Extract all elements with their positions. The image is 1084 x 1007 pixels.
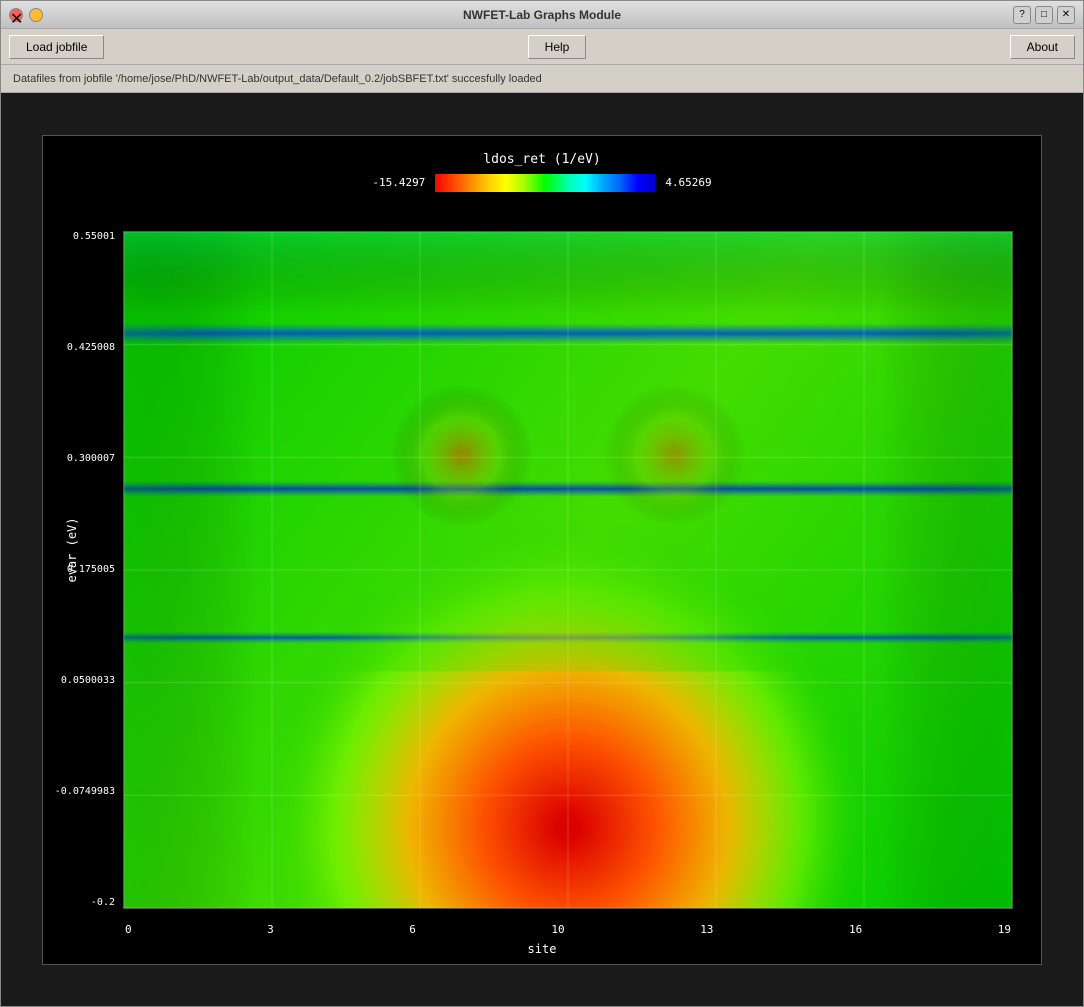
x-tick-0: 0: [125, 923, 132, 936]
window-title: NWFET-Lab Graphs Module: [463, 8, 621, 22]
minimize-button[interactable]: [29, 8, 43, 22]
y-ticks-container: 0.55001 0.425008 0.300007 0.175005 0.050…: [43, 231, 121, 909]
y-tick-3: 0.175005: [67, 564, 115, 575]
main-window: ✕ NWFET-Lab Graphs Module ? □ ✕ Load job…: [0, 0, 1084, 1007]
x-axis-label: site: [43, 940, 1041, 958]
x-tick-3: 10: [551, 923, 564, 936]
help-button[interactable]: Help: [528, 35, 587, 59]
plot-frame: [123, 231, 1013, 909]
x-tick-5: 16: [849, 923, 862, 936]
x-tick-1: 3: [267, 923, 274, 936]
toolbar: Load jobfile Help About: [1, 29, 1083, 65]
x-axis-label-text: site: [528, 942, 557, 956]
load-jobfile-button[interactable]: Load jobfile: [9, 35, 104, 59]
colorbar: [435, 174, 655, 192]
window-controls-right: ? □ ✕: [1013, 6, 1075, 24]
plot-title-area: ldos_ret (1/eV): [53, 146, 1031, 170]
x-tick-2: 6: [409, 923, 416, 936]
y-tick-6: -0.2: [91, 897, 115, 908]
y-tick-2: 0.300007: [67, 453, 115, 464]
plot-container: ldos_ret (1/eV) -15.4297 4.65269 evar (e…: [42, 135, 1042, 965]
y-tick-5: -0.0749983: [55, 786, 115, 797]
plot-title: ldos_ret (1/eV): [483, 152, 600, 167]
y-tick-0: 0.55001: [73, 231, 115, 242]
colorbar-max: 4.65269: [665, 176, 711, 189]
close-icon[interactable]: ✕: [1057, 6, 1075, 24]
restore-icon[interactable]: □: [1035, 6, 1053, 24]
colorbar-min: -15.4297: [372, 176, 425, 189]
main-content: ldos_ret (1/eV) -15.4297 4.65269 evar (e…: [1, 93, 1083, 1006]
y-tick-1: 0.425008: [67, 342, 115, 353]
status-bar: Datafiles from jobfile '/home/jose/PhD/N…: [1, 65, 1083, 93]
about-button[interactable]: About: [1010, 35, 1075, 59]
y-tick-4: 0.0500033: [61, 675, 115, 686]
x-tick-4: 13: [700, 923, 713, 936]
title-bar: ✕ NWFET-Lab Graphs Module ? □ ✕: [1, 1, 1083, 29]
window-controls-left: ✕: [9, 8, 43, 22]
colorbar-row: -15.4297 4.65269: [53, 170, 1031, 198]
x-tick-6: 19: [998, 923, 1011, 936]
help-icon[interactable]: ?: [1013, 6, 1031, 24]
status-message: Datafiles from jobfile '/home/jose/PhD/N…: [13, 73, 542, 85]
x-ticks-container: 0 3 6 10 13 16 19: [123, 923, 1013, 936]
heatmap-canvas: [124, 232, 1012, 908]
close-button[interactable]: ✕: [9, 8, 23, 22]
